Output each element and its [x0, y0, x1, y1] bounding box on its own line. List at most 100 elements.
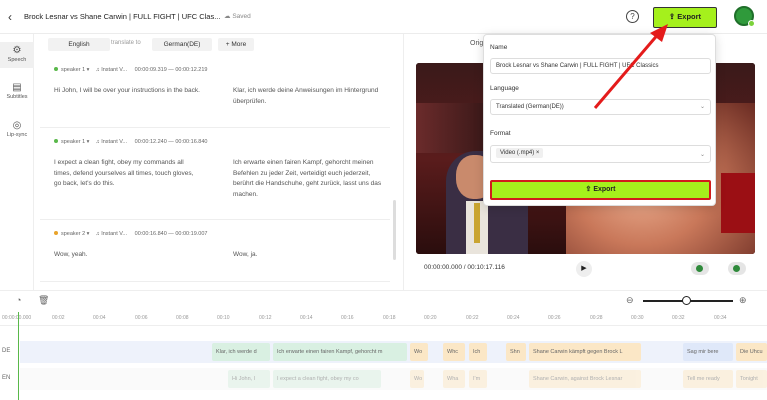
help-icon[interactable]: ?: [626, 10, 639, 23]
zoom-slider-handle[interactable]: [682, 296, 691, 305]
track-de: Klar, ich werde d Ich erwarte einen fair…: [20, 341, 767, 363]
speaker-dot: [54, 231, 58, 235]
timeline-clip[interactable]: I expect a clean fight, obey my co: [273, 370, 381, 388]
voice-label[interactable]: Instant V...: [101, 139, 127, 145]
trash-icon[interactable]: 🗑: [38, 295, 49, 306]
language-value: Translated (German(DE)): [496, 104, 564, 110]
timeline-toolbar: ◔ 🗑 ⊖ ⊕: [0, 290, 767, 310]
ruler-tick: 00:08: [176, 315, 189, 321]
toggle-original-audio[interactable]: [691, 262, 709, 275]
end-time[interactable]: 00:00:16.840: [175, 139, 207, 145]
ruler-tick: 00:20: [424, 315, 437, 321]
speech-icon: ⚙: [12, 45, 22, 56]
timeline-clip[interactable]: I'm: [469, 370, 487, 388]
panel-divider: [403, 34, 404, 290]
app-window: ‹ Brock Lesnar vs Shane Carwin | FULL FI…: [0, 0, 767, 400]
ruler-tick: 00:00:00.000: [2, 315, 32, 321]
segment-header: speaker 1 ▾ ♫ Instant V... 00:00:09.319 …: [54, 67, 207, 73]
player-controls: 00:00:00.000 / 00:10:17.116 ▶: [416, 260, 755, 278]
ruler-tick: 00:22: [466, 315, 479, 321]
speaker-label[interactable]: speaker 2: [61, 231, 85, 237]
timeline-ruler[interactable]: 00:00:00.000 00:02 00:04 00:06 00:08 00:…: [0, 312, 767, 326]
timeline-clip[interactable]: Ich: [469, 343, 487, 361]
saved-label: Saved: [232, 13, 251, 20]
segment-scrollbar[interactable]: [393, 200, 396, 260]
start-time[interactable]: 00:00:12.240: [135, 139, 167, 145]
ruler-tick: 00:14: [300, 315, 313, 321]
name-input[interactable]: Brock Lesnar vs Shane Carwin | FULL FIGH…: [490, 58, 711, 74]
top-bar: ‹ Brock Lesnar vs Shane Carwin | FULL FI…: [0, 0, 767, 34]
voice-label[interactable]: Instant V...: [101, 67, 127, 73]
translate-to-label: translate to: [111, 40, 141, 46]
zoom-in-icon[interactable]: ⊕: [739, 295, 747, 306]
timeline-clip[interactable]: Shn: [506, 343, 526, 361]
language-label: Language: [490, 85, 519, 92]
timeline-clip[interactable]: Whc: [443, 343, 465, 361]
nav-speech[interactable]: ⚙ Speech: [0, 42, 34, 68]
speaker-dot: [54, 67, 58, 71]
popup-export-button[interactable]: ⇪ Export: [490, 180, 711, 200]
toggle-translated-audio[interactable]: [728, 262, 746, 275]
segment-row[interactable]: speaker 2 ▾ ♫ Instant V... 00:00:16.840 …: [40, 222, 390, 282]
timeline-clip[interactable]: Ich erwarte einen fairen Kampf, gehorcht…: [273, 343, 407, 361]
voice-label[interactable]: Instant V...: [101, 231, 127, 237]
lipsync-icon: ◎: [12, 120, 22, 131]
avatar[interactable]: [734, 6, 755, 27]
more-languages-button[interactable]: + More: [218, 38, 254, 51]
segment-row[interactable]: speaker 1 ▾ ♫ Instant V... 00:00:12.240 …: [40, 130, 390, 220]
timeline-clip[interactable]: Shane Carwin, against Brock Lesnar: [529, 370, 641, 388]
start-time[interactable]: 00:00:16.840: [135, 231, 167, 237]
source-text[interactable]: I expect a clean fight, obey my commands…: [54, 158, 202, 190]
ruler-tick: 00:30: [631, 315, 644, 321]
nav-lipsync[interactable]: ◎ Lip-sync: [0, 120, 34, 144]
avatar-status-dot: [748, 20, 755, 27]
timeline-clip[interactable]: Shane Carwin kämpft gegen Brock L: [529, 343, 641, 361]
target-language[interactable]: German(DE): [152, 38, 212, 51]
timeline-clip[interactable]: Sag mir bere: [683, 343, 733, 361]
export-button[interactable]: ⇪ Export: [653, 7, 717, 28]
track-en: Hi John, I I expect a clean fight, obey …: [20, 368, 767, 390]
zoom-out-icon[interactable]: ⊖: [626, 295, 634, 306]
track-label-en: EN: [2, 375, 11, 381]
segment-row[interactable]: speaker 1 ▾ ♫ Instant V... 00:00:09.319 …: [40, 58, 390, 128]
playhead[interactable]: [18, 312, 19, 400]
source-language[interactable]: English: [48, 38, 110, 51]
timeline-clip[interactable]: Wha: [443, 370, 465, 388]
ruler-tick: 00:02: [52, 315, 65, 321]
tab-original[interactable]: Orig: [470, 40, 483, 47]
end-time[interactable]: 00:00:19.007: [175, 231, 207, 237]
segment-list: speaker 1 ▾ ♫ Instant V... 00:00:09.319 …: [40, 58, 396, 288]
back-arrow-icon[interactable]: ‹: [8, 10, 12, 24]
timeline-clip[interactable]: Tell me ready: [683, 370, 733, 388]
translated-text[interactable]: Klar, ich werde deine Anweisungen im Hin…: [233, 86, 383, 107]
export-popup: Name Brock Lesnar vs Shane Carwin | FULL…: [483, 34, 716, 206]
timeline-clip[interactable]: Wo: [410, 343, 428, 361]
format-chip: Video (.mp4) ×: [496, 148, 544, 158]
voice-icon: ♫: [95, 139, 100, 145]
translated-text[interactable]: Wow, ja.: [233, 250, 383, 261]
play-icon[interactable]: ▶: [576, 261, 592, 277]
timeline-clip[interactable]: Hi John, I: [228, 370, 270, 388]
speaker-label[interactable]: speaker 1: [61, 139, 85, 145]
voice-icon: ♫: [95, 67, 100, 73]
format-select[interactable]: Video (.mp4) × ⌄: [490, 145, 711, 163]
speaker-label[interactable]: speaker 1: [61, 67, 85, 73]
timeline-clip[interactable]: Klar, ich werde d: [212, 343, 270, 361]
timeline-clip[interactable]: Tonight: [736, 370, 767, 388]
source-text[interactable]: Hi John, I will be over your instruction…: [54, 86, 202, 97]
toggle-knob-icon: [733, 265, 740, 272]
name-label: Name: [490, 44, 508, 51]
translated-text[interactable]: Ich erwarte einen fairen Kampf, gehorcht…: [233, 158, 383, 200]
timeline-clip[interactable]: Wo: [410, 370, 424, 388]
speed-icon[interactable]: ◔: [16, 295, 21, 305]
subtitles-icon: ▤: [12, 82, 22, 93]
language-select[interactable]: Translated (German(DE)) ⌄: [490, 99, 711, 115]
player-timecode: 00:00:00.000 / 00:10:17.116: [424, 264, 505, 271]
timeline-clip[interactable]: Die Uhcu: [736, 343, 767, 361]
source-text[interactable]: Wow, yeah.: [54, 250, 202, 261]
nav-subtitles[interactable]: ▤ Subtitles: [0, 82, 34, 106]
ruler-tick: 00:34: [714, 315, 727, 321]
start-time[interactable]: 00:00:09.319: [135, 67, 167, 73]
nav-subtitles-label: Subtitles: [6, 94, 28, 100]
end-time[interactable]: 00:00:12.219: [175, 67, 207, 73]
